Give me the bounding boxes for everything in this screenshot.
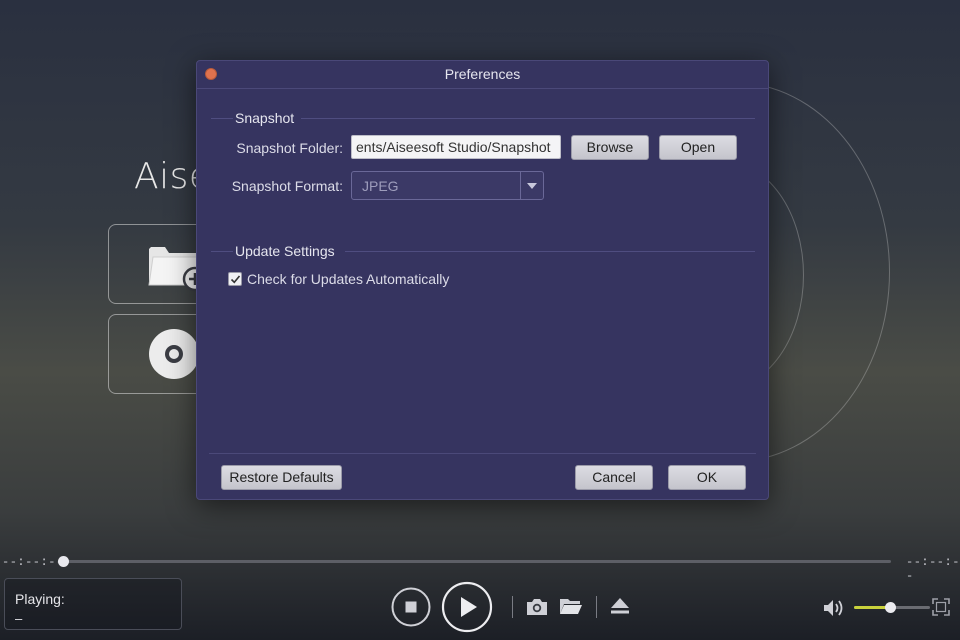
snapshot-format-label: Snapshot Format: [231,178,343,194]
preferences-dialog: Preferences Snapshot Snapshot Folder: en… [196,60,769,500]
ok-button[interactable]: OK [668,465,746,490]
volume-icon[interactable] [822,598,848,618]
check-icon [230,275,241,284]
chevron-down-icon [527,183,537,189]
controls-separator-1 [512,596,513,618]
playing-value: – [15,611,23,626]
elapsed-time: --:--:-- [2,555,64,569]
auto-update-label: Check for Updates Automatically [247,271,450,287]
restore-defaults-button[interactable]: Restore Defaults [221,465,342,490]
update-group-divider-right [345,251,755,252]
footer-divider [209,453,756,454]
snapshot-folder-label: Snapshot Folder: [236,140,343,156]
snapshot-format-value: JPEG [362,178,399,194]
play-icon[interactable] [441,581,493,633]
snapshot-group-divider-right [301,118,755,119]
browse-button[interactable]: Browse [571,135,649,160]
playing-label: Playing: [15,591,65,607]
auto-update-checkbox[interactable] [228,272,242,286]
stop-icon[interactable] [391,587,431,627]
update-group-divider [211,251,233,252]
eject-icon[interactable] [610,597,630,615]
select-separator [520,172,521,199]
snapshot-folder-field[interactable]: ents/Aiseesoft Studio/Snapshot [351,135,561,159]
open-folder-button[interactable]: Open [659,135,737,160]
update-group-title: Update Settings [235,243,335,259]
now-playing-panel: Playing: – [4,578,182,630]
progress-track[interactable] [62,560,891,563]
folder-icon[interactable] [559,596,583,616]
total-time: --:--:-- [906,555,960,583]
snapshot-format-select[interactable]: JPEG [351,171,544,200]
snapshot-group-title: Snapshot [235,110,295,126]
disc-icon [149,329,199,379]
close-dot-icon[interactable] [205,68,217,80]
progress-knob[interactable] [58,556,69,567]
fullscreen-icon[interactable] [932,598,950,616]
volume-slider-knob[interactable] [885,602,896,613]
controls-separator-2 [596,596,597,618]
camera-icon[interactable] [525,597,549,617]
cancel-button[interactable]: Cancel [575,465,653,490]
dialog-title: Preferences [444,66,521,82]
snapshot-group-divider [211,118,233,119]
dialog-titlebar: Preferences [197,61,768,89]
